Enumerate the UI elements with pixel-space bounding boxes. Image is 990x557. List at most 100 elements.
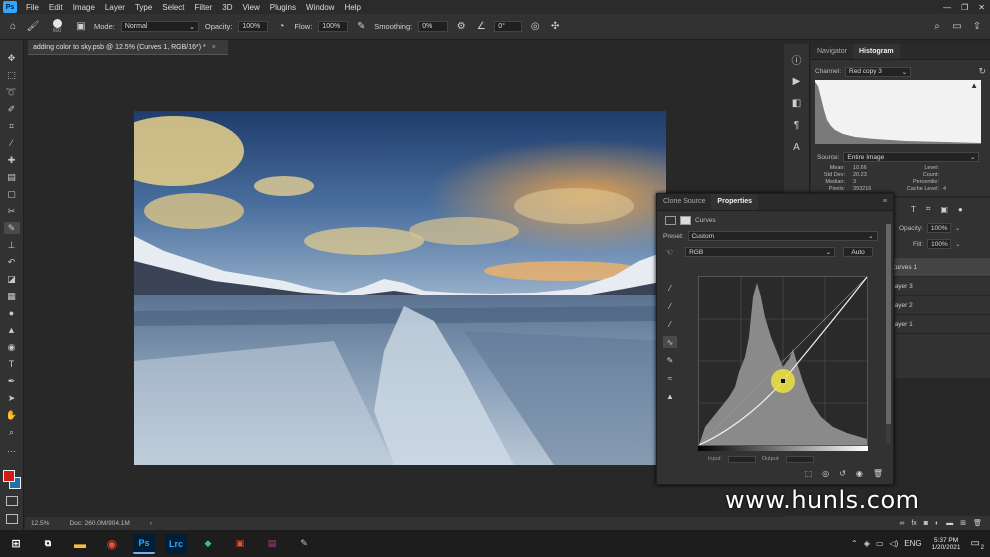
- task-view-icon[interactable]: ⧉: [37, 534, 59, 554]
- view-previous-icon[interactable]: ◎: [822, 469, 829, 478]
- info-icon[interactable]: ⓘ: [790, 52, 804, 67]
- history-brush-tool-icon[interactable]: ↶: [4, 256, 20, 268]
- white-point-eyedropper-icon[interactable]: ⁄: [663, 318, 677, 330]
- dodge-tool-icon[interactable]: ▲: [4, 324, 20, 336]
- brush-tool-icon[interactable]: 🖌: [26, 20, 40, 34]
- clip-to-layer-icon[interactable]: ⬚: [805, 469, 813, 478]
- type-filter-icon[interactable]: T: [911, 205, 916, 214]
- menu-window[interactable]: Window: [301, 3, 339, 12]
- brush-settings-icon[interactable]: ▣: [74, 20, 88, 34]
- file-explorer-icon[interactable]: ▬: [69, 534, 91, 554]
- blur-tool-icon[interactable]: ●: [4, 307, 20, 319]
- menu-image[interactable]: Image: [68, 3, 100, 12]
- menu-view[interactable]: View: [238, 3, 265, 12]
- menu-file[interactable]: File: [21, 3, 44, 12]
- actions-icon[interactable]: ▶: [790, 74, 804, 88]
- warning-icon[interactable]: ▲: [970, 81, 978, 90]
- minimize-icon[interactable]: —: [938, 3, 956, 12]
- preset-select[interactable]: Custom ⌄: [687, 231, 878, 241]
- layer-style-icon[interactable]: fx: [911, 520, 916, 527]
- brush-tool-icon[interactable]: ✎: [3, 222, 20, 234]
- layer-row-layer-1[interactable]: Layer 1: [885, 315, 990, 334]
- layer-row-layer-2[interactable]: Layer 2: [885, 296, 990, 315]
- search-icon[interactable]: ⌕: [930, 20, 944, 34]
- new-adjustment-icon[interactable]: ◐: [935, 520, 939, 527]
- windows-start-icon[interactable]: ⊞: [5, 534, 27, 554]
- shape-filter-icon[interactable]: ⌗: [926, 204, 931, 214]
- tab-clone-source[interactable]: Clone Source: [657, 194, 711, 210]
- delete-layer-icon[interactable]: 🗑: [973, 519, 982, 527]
- path-select-tool-icon[interactable]: ➤: [4, 392, 20, 404]
- smoothing-settings-icon[interactable]: ⚙: [454, 20, 468, 34]
- tab-navigator[interactable]: Navigator: [811, 44, 853, 59]
- new-layer-icon[interactable]: ⊞: [960, 519, 966, 527]
- tab-properties[interactable]: Properties: [711, 194, 759, 210]
- zoom-tool-icon[interactable]: ⌕: [4, 426, 20, 438]
- reset-icon[interactable]: ↺: [839, 469, 846, 478]
- eyedropper-tool-icon[interactable]: ⁄: [4, 137, 20, 149]
- pressure-size-icon[interactable]: ◎: [528, 20, 542, 34]
- menu-help[interactable]: Help: [339, 3, 365, 12]
- draw-curve-icon[interactable]: ✎: [663, 354, 677, 366]
- app-red-icon[interactable]: ▣: [229, 534, 251, 554]
- pen-tool-icon[interactable]: ✒: [4, 375, 20, 387]
- pressure-opacity-icon[interactable]: ◔: [274, 20, 288, 34]
- link-layers-icon[interactable]: ∞: [899, 520, 904, 527]
- clock[interactable]: 5:37 PM 1/20/2021: [932, 537, 961, 551]
- gray-point-eyedropper-icon[interactable]: ⁄: [663, 300, 677, 312]
- menu-edit[interactable]: Edit: [44, 3, 68, 12]
- document-image[interactable]: [134, 111, 666, 465]
- chrome-icon[interactable]: ◉: [101, 534, 123, 554]
- notifications-icon[interactable]: ▭ 2: [971, 538, 984, 551]
- properties-scrollbar[interactable]: [886, 224, 891, 444]
- clone-stamp-tool-icon[interactable]: ⊥: [4, 239, 20, 251]
- add-mask-icon[interactable]: ◙: [924, 520, 928, 527]
- source-select[interactable]: Entire Image ⌄: [843, 152, 980, 162]
- app-presentation-icon[interactable]: ▤: [261, 534, 283, 554]
- chevron-down-icon[interactable]: ⌄: [955, 224, 960, 232]
- healing-tool-icon[interactable]: ✚: [4, 154, 20, 166]
- curves-graph[interactable]: [698, 276, 868, 446]
- photoshop-logo-icon[interactable]: Ps: [3, 1, 17, 13]
- close-window-icon[interactable]: ✕: [973, 3, 990, 12]
- airbrush-icon[interactable]: ✎: [354, 20, 368, 34]
- status-menu-icon[interactable]: ›: [150, 520, 152, 527]
- more-tools-icon[interactable]: …: [4, 443, 20, 455]
- marquee-tool-icon[interactable]: ⬚: [4, 69, 20, 81]
- layer-opacity-input[interactable]: 100%: [926, 223, 951, 233]
- screen-mode-icon[interactable]: [6, 514, 18, 524]
- app-notes-icon[interactable]: ✎: [293, 534, 315, 554]
- sponge-tool-icon[interactable]: ◉: [4, 341, 20, 353]
- document-tab[interactable]: adding color to sky.psb @ 12.5% (Curves …: [28, 40, 228, 55]
- restore-icon[interactable]: ❐: [956, 3, 973, 12]
- content-aware-move-icon[interactable]: ✂: [4, 205, 20, 217]
- edit-points-icon[interactable]: ∿: [663, 336, 677, 348]
- eraser-tool-icon[interactable]: ◪: [4, 273, 20, 285]
- scrollbar-thumb[interactable]: [886, 224, 891, 424]
- input-field[interactable]: [727, 456, 756, 463]
- layer-fill-input[interactable]: 100%: [927, 239, 952, 249]
- chevron-down-icon[interactable]: ⌄: [955, 240, 960, 248]
- volume-icon[interactable]: ◁): [889, 539, 898, 548]
- app-green-icon[interactable]: ◆: [197, 534, 219, 554]
- tab-histogram[interactable]: Histogram: [852, 44, 900, 59]
- language-indicator[interactable]: ENG: [904, 539, 921, 548]
- opacity-input[interactable]: 100%: [238, 21, 269, 32]
- paragraph-icon[interactable]: ¶: [790, 118, 804, 132]
- close-tab-icon[interactable]: ×: [212, 44, 216, 51]
- smart-filter-icon[interactable]: ▣: [940, 205, 948, 214]
- layer-row-curves-1[interactable]: Curves 1: [885, 258, 990, 277]
- lightroom-classic-icon[interactable]: Lrc: [165, 533, 187, 554]
- menu-filter[interactable]: Filter: [190, 3, 218, 12]
- home-icon[interactable]: ⌂: [6, 20, 20, 34]
- visibility-icon[interactable]: ◉: [856, 469, 863, 478]
- menu-plugins[interactable]: Plugins: [265, 3, 301, 12]
- refresh-icon[interactable]: ↻: [978, 66, 986, 77]
- menu-select[interactable]: Select: [157, 3, 189, 12]
- adjustments-icon[interactable]: ◧: [790, 96, 804, 110]
- tray-app-icon[interactable]: ◈: [864, 539, 870, 548]
- gradient-tool-icon[interactable]: ▦: [4, 290, 20, 302]
- brush-preset-picker[interactable]: 600: [46, 19, 68, 34]
- smooth-curve-icon[interactable]: ≈: [663, 372, 677, 384]
- curves-channel-select[interactable]: RGB ⌄: [685, 247, 836, 257]
